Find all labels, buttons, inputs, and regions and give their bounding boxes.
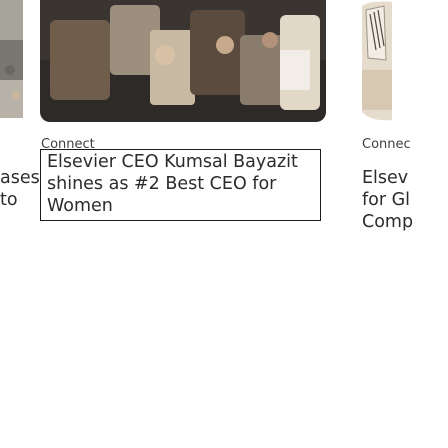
headline-line: to [0,190,18,210]
headline-line: Women [47,196,113,216]
headline-line: Comp [362,212,414,232]
headline-line: for Gl [362,190,411,210]
news-card-center-title[interactable]: Elsevier CEO Kumsal Bayazit shines as #2… [47,151,298,217]
headline-line: Elsev [362,168,409,188]
news-card-right-category: Connec [362,137,411,152]
headline-line: ases [0,168,40,188]
news-card-left-title[interactable]: ases to [0,167,40,211]
headline-line: shines as #2 Best CEO for [47,174,277,194]
news-card-center-image [40,0,326,122]
news-card-right-image [362,0,448,122]
news-card-right-title[interactable]: Elsev for Gl Comp [362,167,413,233]
headline-line: Elsevier CEO Kumsal Bayazit [47,152,298,172]
